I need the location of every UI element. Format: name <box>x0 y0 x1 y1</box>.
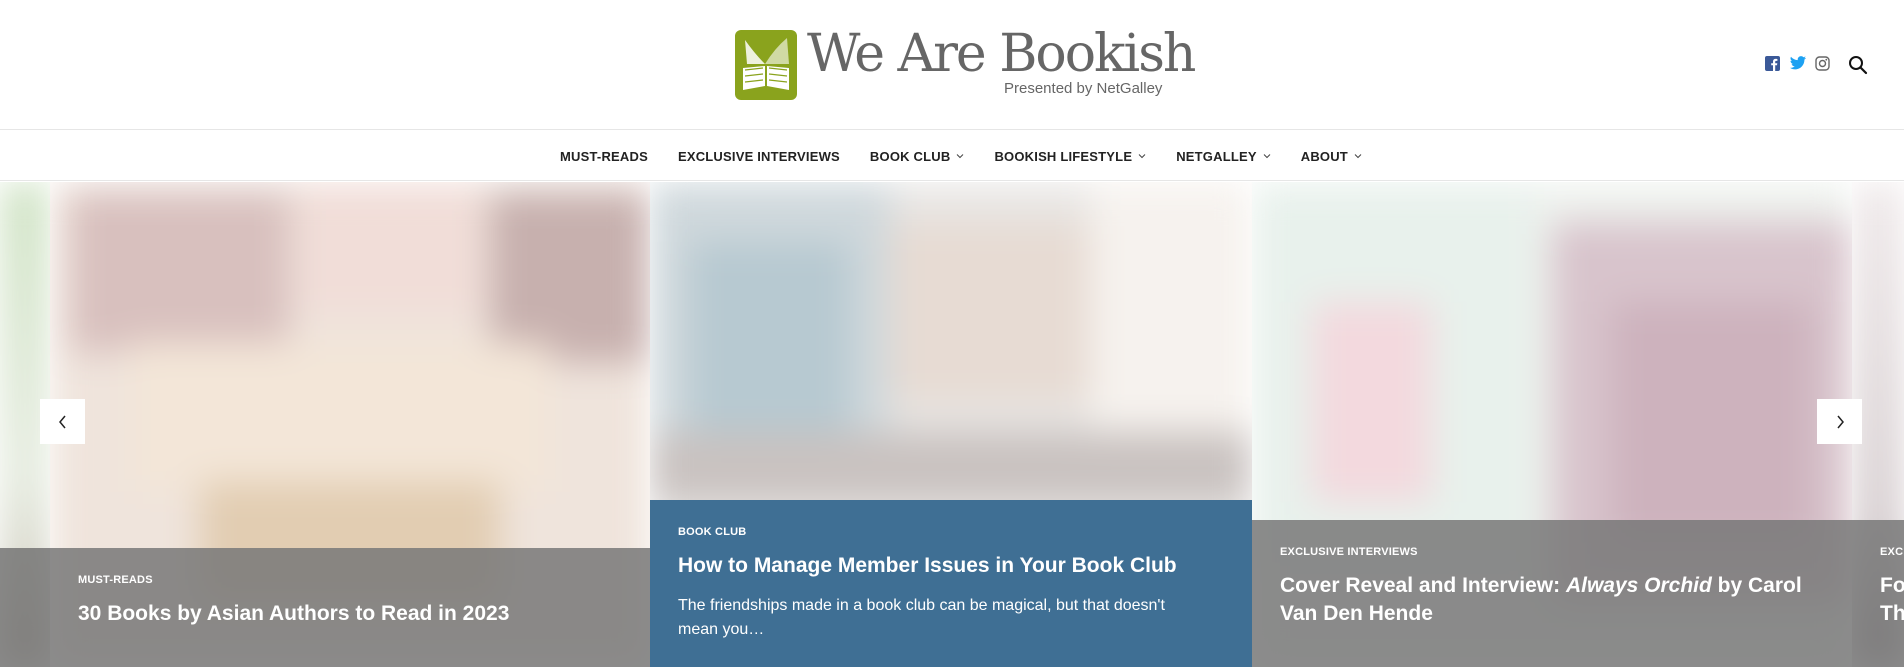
slide-title[interactable]: Fo Th <box>1880 572 1904 628</box>
chevron-down-icon <box>1138 154 1146 159</box>
slide-title[interactable]: 30 Books by Asian Authors to Read in 202… <box>78 600 622 628</box>
nav-item-label: BOOKISH LIFESTYLE <box>994 148 1133 164</box>
slide-title-line: Fo <box>1880 574 1904 597</box>
search-icon[interactable] <box>1848 55 1868 75</box>
nav-list: MUST-READS EXCLUSIVE INTERVIEWS BOOK CLU… <box>560 131 1392 181</box>
nav-item-label: EXCLUSIVE INTERVIEWS <box>677 148 840 164</box>
site-header: We Are Bookish Presented by NetGalley <box>0 0 1904 130</box>
facebook-icon[interactable] <box>1765 56 1780 71</box>
chevron-left-icon <box>58 415 66 428</box>
nav-item-about[interactable]: ABOUT <box>1301 149 1362 164</box>
logo-subtitle: Presented by NetGalley <box>1004 80 1163 97</box>
slide-category[interactable]: EXCL <box>1880 546 1904 558</box>
site-logo[interactable]: We Are Bookish Presented by NetGalley <box>735 24 1196 102</box>
slide-caption: EXCL Fo Th <box>1852 520 1904 667</box>
featured-slider: MUST-READS 30 Books by Asian Authors to … <box>0 182 1904 667</box>
social-links <box>1765 56 1830 71</box>
slide-caption: BOOK CLUB How to Manage Member Issues in… <box>650 500 1252 667</box>
main-navigation: MUST-READS EXCLUSIVE INTERVIEWS BOOK CLU… <box>0 131 1904 181</box>
instagram-icon[interactable] <box>1815 56 1830 71</box>
slide-card[interactable]: MUST-READS 30 Books by Asian Authors to … <box>50 182 650 667</box>
chevron-down-icon <box>1263 154 1271 159</box>
slide-card[interactable]: EXCLUSIVE INTERVIEWS Cover Reveal and In… <box>1252 182 1852 667</box>
caption-overlay <box>0 548 50 667</box>
nav-item-label: BOOK CLUB <box>869 148 951 164</box>
nav-item-label: NETGALLEY <box>1176 148 1257 164</box>
slide-caption: MUST-READS 30 Books by Asian Authors to … <box>50 548 650 667</box>
slide-category[interactable]: BOOK CLUB <box>678 526 1224 538</box>
nav-item-label: MUST-READS <box>560 148 648 164</box>
nav-item-label: ABOUT <box>1300 148 1348 164</box>
slider-prev-button[interactable] <box>40 399 85 444</box>
slide-caption: EXCLUSIVE INTERVIEWS Cover Reveal and In… <box>1252 520 1852 667</box>
chevron-down-icon <box>957 154 964 159</box>
chevron-right-icon <box>1836 415 1844 428</box>
slide-title-line: Th <box>1880 602 1904 625</box>
nav-item-must-reads[interactable]: MUST-READS <box>560 149 648 164</box>
slide-excerpt: The friendships made in a book club can … <box>678 597 1165 638</box>
slide-card-active[interactable]: BOOK CLUB How to Manage Member Issues in… <box>650 182 1252 667</box>
slider-next-button[interactable] <box>1817 399 1862 444</box>
slide-title-prefix: Cover Reveal and Interview: <box>1280 574 1566 597</box>
slide-category[interactable]: MUST-READS <box>78 574 622 586</box>
nav-item-book-club[interactable]: BOOK CLUB <box>870 149 965 164</box>
book-logo-icon <box>735 30 797 100</box>
slide-category[interactable]: EXCLUSIVE INTERVIEWS <box>1280 546 1824 558</box>
slide-title[interactable]: Cover Reveal and Interview: Always Orchi… <box>1280 572 1820 628</box>
slide-title[interactable]: How to Manage Member Issues in Your Book… <box>678 552 1224 580</box>
slide-title-book: Always Orchid <box>1565 574 1712 597</box>
chevron-down-icon <box>1354 154 1362 159</box>
twitter-icon[interactable] <box>1790 56 1806 71</box>
nav-item-exclusive-interviews[interactable]: EXCLUSIVE INTERVIEWS <box>678 149 840 164</box>
logo-title: We Are Bookish <box>807 24 1196 84</box>
nav-item-netgalley[interactable]: NETGALLEY <box>1176 149 1271 164</box>
nav-item-bookish-lifestyle[interactable]: BOOKISH LIFESTYLE <box>994 149 1146 164</box>
